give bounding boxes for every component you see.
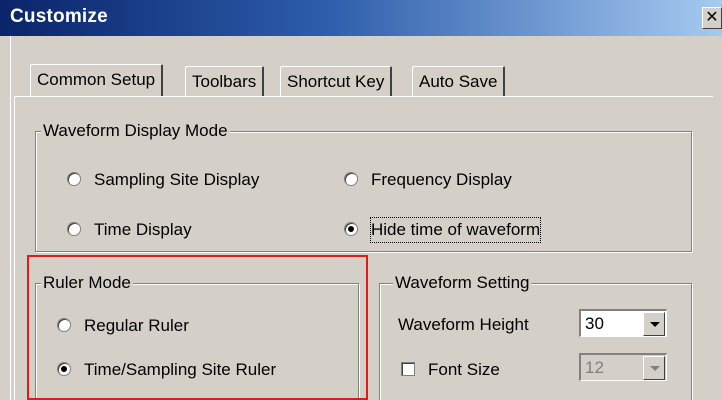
radio-button xyxy=(344,222,358,236)
font-size-select: 12 xyxy=(579,353,667,381)
tab-toolbars[interactable]: Toolbars xyxy=(185,66,265,96)
radio-button xyxy=(67,172,81,186)
radio-selected-dot xyxy=(348,226,354,232)
tab-label: Shortcut Key xyxy=(287,72,385,91)
tab-auto-save[interactable]: Auto Save xyxy=(412,66,506,96)
tab-label: Common Setup xyxy=(37,70,156,89)
waveform-setting-group xyxy=(379,283,692,400)
dialog-title: Customize xyxy=(10,6,108,27)
tab-shortcut-key[interactable]: Shortcut Key xyxy=(280,66,393,96)
title-bar[interactable]: Customize ✕ xyxy=(0,0,722,36)
ruler-mode-highlight-box xyxy=(27,255,368,400)
customize-dialog: Customize ✕ Common Setup Toolbars Shortc… xyxy=(0,0,722,400)
radio-button xyxy=(67,222,81,236)
font-size-label: Font Size xyxy=(428,360,500,379)
radio-label: Time Display xyxy=(94,220,192,239)
chevron-down-icon xyxy=(650,322,660,327)
waveform-height-value: 30 xyxy=(585,314,604,333)
radio-label: Sampling Site Display xyxy=(94,170,260,189)
chevron-down-icon xyxy=(650,366,660,371)
dropdown-button[interactable] xyxy=(643,312,665,336)
waveform-height-label: Waveform Height xyxy=(398,315,529,334)
close-button[interactable]: ✕ xyxy=(702,7,722,29)
waveform-height-select[interactable]: 30 xyxy=(579,309,667,337)
radio-label: Hide time of waveform xyxy=(369,217,542,243)
close-icon: ✕ xyxy=(705,9,719,26)
dropdown-button xyxy=(643,356,665,380)
waveform-setting-label: Waveform Setting xyxy=(393,273,532,293)
radio-button xyxy=(344,172,358,186)
waveform-display-mode-label: Waveform Display Mode xyxy=(41,121,230,141)
radio-label: Frequency Display xyxy=(371,170,512,189)
tab-label: Auto Save xyxy=(419,72,498,91)
font-size-checkbox[interactable] xyxy=(401,362,415,376)
font-size-value: 12 xyxy=(585,358,604,377)
tab-common-setup[interactable]: Common Setup xyxy=(30,64,164,96)
tab-label: Toolbars xyxy=(192,72,257,91)
